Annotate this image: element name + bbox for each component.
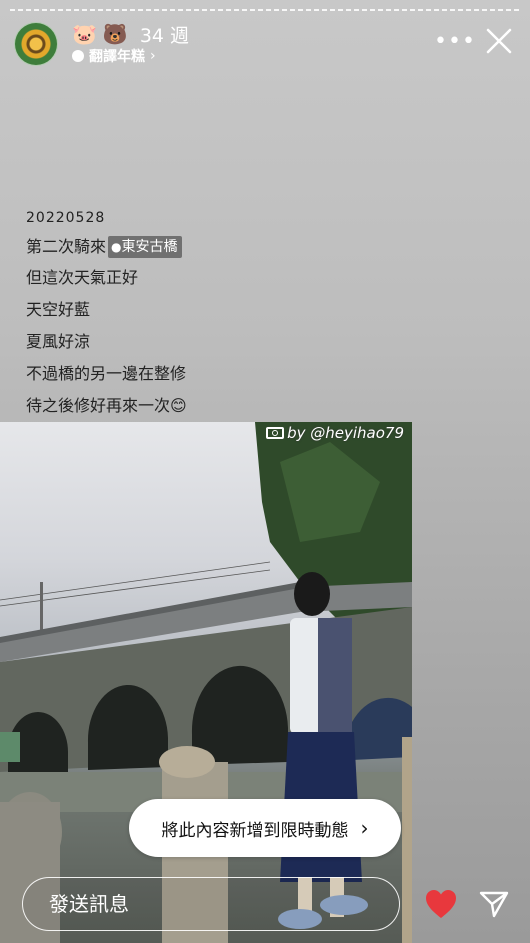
caption-text: 第二次騎來 [26,237,107,256]
add-to-story-button[interactable]: 將此內容新增到限時動態 › [129,799,401,857]
story-photo[interactable]: by @heyihao79 [0,422,412,943]
pig-emoji[interactable]: 🐷 [72,22,97,46]
story-header: 🐷 🐻 34 週 翻譯年糕 › ••• [14,20,516,68]
music-icon [72,50,84,62]
avatar[interactable] [14,22,58,66]
caption-date: 20220528 [26,210,106,226]
music-label: 翻譯年糕 [89,49,145,65]
story-progress-bar [10,9,520,11]
caption-line-3: 天空好藍 [26,300,91,319]
post-time: 34 週 [139,24,190,47]
location-tag[interactable]: ●東安古橋 [108,236,182,258]
send-message-input[interactable]: 發送訊息 [22,877,400,931]
location-pin-icon: ● [111,240,122,254]
user-row: 🐷 🐻 34 週 [72,22,190,47]
music-row[interactable]: 翻譯年糕 › [72,47,156,65]
caption-line-2: 但這次天氣正好 [26,268,139,287]
message-placeholder: 發送訊息 [49,892,129,916]
chevron-right-icon: › [150,48,156,64]
location-name: 東安古橋 [121,239,178,255]
close-icon[interactable] [482,24,516,58]
bear-emoji[interactable]: 🐻 [103,22,128,46]
chevron-right-icon: › [360,816,369,840]
add-to-story-label: 將此內容新增到限時動態 [161,820,349,841]
caption-line-1: 第二次騎來 ●東安古橋 [26,236,187,268]
caption-line-5: 不過橋的另一邊在整修 [26,364,187,383]
more-options-button[interactable]: ••• [434,28,475,56]
caption-line-4: 夏風好涼 [26,332,91,351]
credit-text: by @heyihao79 [287,424,404,442]
bridge-scene [0,422,412,943]
story-caption: 20220528 第二次騎來 ●東安古橋 但這次天氣正好 天空好藍 夏風好涼 不過… [26,208,187,428]
send-icon[interactable] [478,889,510,919]
photo-credit: by @heyihao79 [266,424,404,442]
camera-icon [266,427,285,439]
heart-icon[interactable] [424,888,458,920]
